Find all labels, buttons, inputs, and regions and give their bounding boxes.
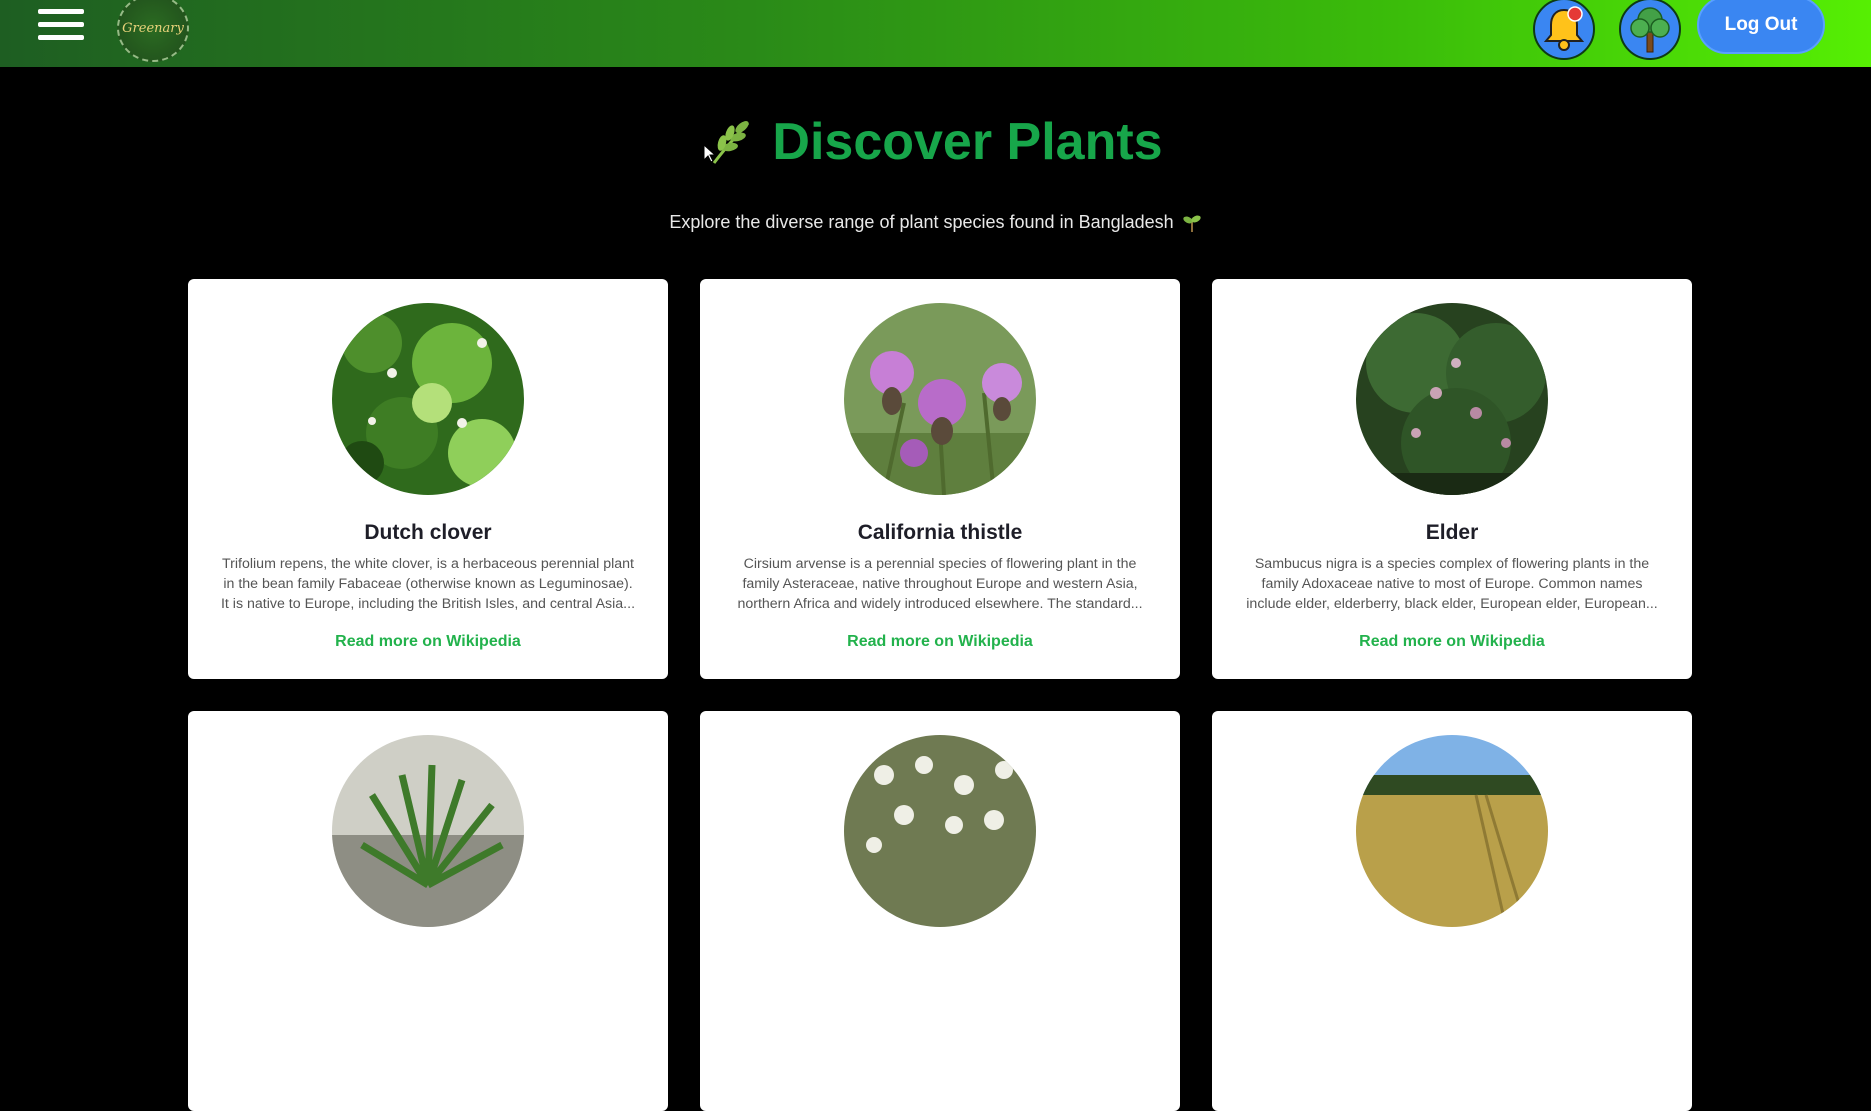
page-title: Discover Plants — [772, 113, 1163, 171]
plant-description: Cirsium arvense is a perennial species o… — [737, 556, 1143, 612]
plant-card: Elder Sambucus nigra is a species comple… — [1212, 279, 1692, 679]
plant-description — [1242, 986, 1662, 1046]
plant-card — [1212, 711, 1692, 1111]
plant-photo — [332, 303, 524, 495]
hamburger-menu-icon[interactable] — [38, 6, 84, 42]
plant-description — [218, 986, 638, 1046]
plant-photo — [1356, 735, 1548, 927]
bell-icon — [1543, 6, 1585, 51]
tree-icon — [1630, 7, 1670, 53]
wikipedia-link[interactable]: Read more on Wikipedia — [1212, 633, 1692, 651]
logout-button[interactable]: Log Out — [1697, 0, 1825, 54]
logo-text: Greenary — [122, 20, 184, 36]
plant-card — [700, 711, 1180, 1111]
plant-card: California thistle Cirsium arvense is a … — [700, 279, 1180, 679]
plant-photo — [844, 303, 1036, 495]
plant-name: Elder — [1425, 521, 1479, 544]
page-heading: Discover Plants — [0, 112, 1871, 172]
wikipedia-link[interactable]: Read more on Wikipedia — [700, 633, 1180, 651]
plant-photo — [1356, 303, 1548, 495]
page-subtitle: Explore the diverse range of plant speci… — [0, 212, 1871, 233]
seedling-icon — [1182, 215, 1201, 232]
plant-description: Trifolium repens, the white clover, is a… — [220, 556, 636, 612]
plant-name: Dutch clover — [364, 521, 492, 544]
profile-avatar[interactable] — [1619, 0, 1681, 60]
plant-photo — [332, 735, 524, 927]
plant-card — [188, 711, 668, 1111]
plant-photo — [844, 735, 1036, 927]
plant-description — [730, 986, 1150, 1046]
subtitle-text: Explore the diverse range of plant speci… — [669, 212, 1174, 232]
plant-description: Sambucus nigra is a species complex of f… — [1246, 556, 1658, 612]
greenary-logo[interactable]: Greenary — [117, 0, 189, 62]
top-navbar: Greenary Log Out — [0, 0, 1871, 67]
plant-card: Dutch clover Trifolium repens, the white… — [188, 279, 668, 679]
wikipedia-link[interactable]: Read more on Wikipedia — [188, 633, 668, 651]
notifications-button[interactable] — [1533, 0, 1595, 60]
herb-icon — [713, 121, 750, 164]
plant-name: California thistle — [857, 521, 1023, 544]
